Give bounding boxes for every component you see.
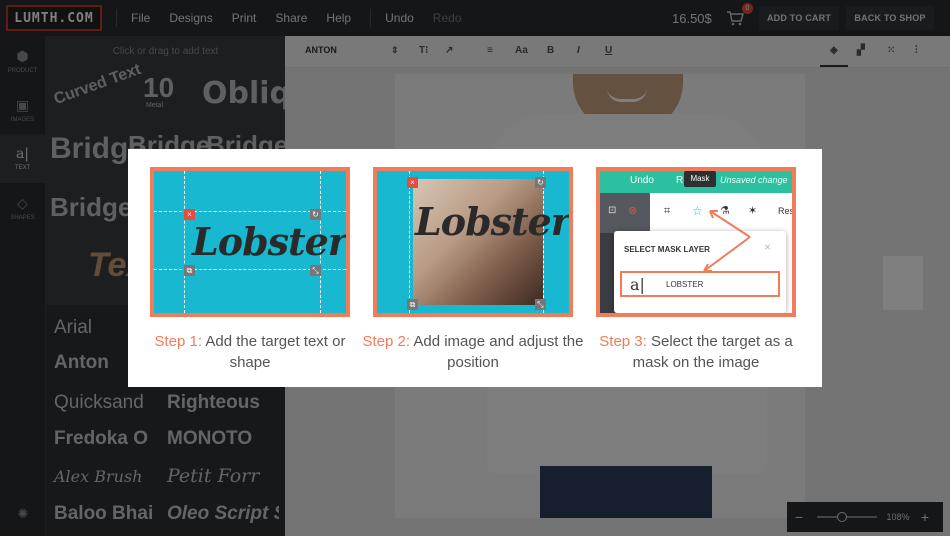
step-text: Add image and adjust the position	[410, 333, 584, 371]
step3-caption: Step 3: Select the target as a mask on t…	[585, 331, 807, 373]
delete-handle-icon: ×	[407, 177, 418, 188]
step-lead: Step 1:	[154, 333, 203, 350]
delete-handle-icon: ×	[184, 209, 195, 220]
step1-image: Lobster × ↻ ⧉ ⤡	[150, 167, 350, 317]
arrow-icon	[703, 210, 751, 272]
step1-caption: Step 1: Add the target text or shape	[139, 331, 361, 373]
step-text: Add the target text or shape	[202, 333, 346, 371]
step-lead: Step 3:	[599, 333, 647, 350]
resize-handle-icon: ⤡	[310, 265, 321, 276]
rotate-handle-icon: ↻	[535, 177, 546, 188]
step3-image: Undo R Unsaved change Mask ⊡ ⊗ ⌗ ☆ ⚗ ✶ R…	[596, 167, 796, 317]
lobster-text: Lobster	[415, 199, 570, 244]
resize-handle-icon: ⤡	[535, 299, 546, 310]
step-lead: Step 2:	[362, 333, 411, 350]
step2-caption: Step 2: Add image and adjust the positio…	[362, 331, 584, 373]
copy-handle-icon: ⧉	[407, 299, 418, 310]
lobster-text: Lobster	[192, 219, 347, 264]
rotate-handle-icon: ↻	[310, 209, 321, 220]
step-text: Select the target as a mask on the image	[632, 333, 793, 371]
mask-tutorial-modal: Lobster × ↻ ⧉ ⤡ Step 1: Add the target t…	[128, 149, 822, 387]
copy-handle-icon: ⧉	[184, 265, 195, 276]
step2-image: Lobster × ↻ ⧉ ⤡	[373, 167, 573, 317]
